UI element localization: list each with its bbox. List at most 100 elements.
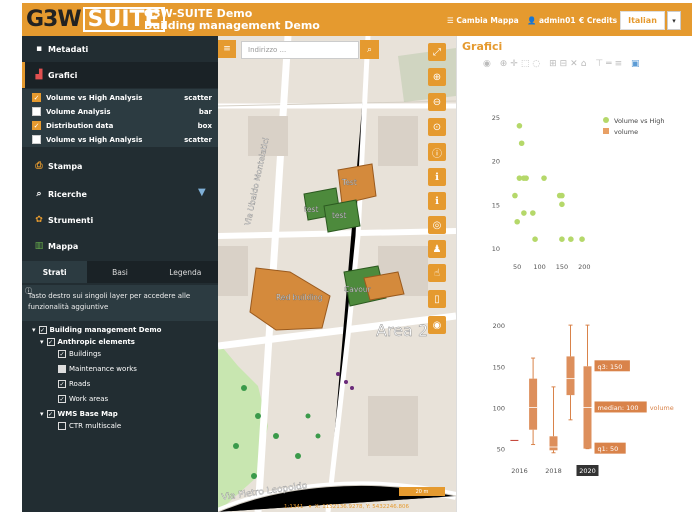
credits-link[interactable]: € Credits xyxy=(579,16,617,25)
scatter-y-tick: 25 xyxy=(492,114,500,122)
map-coordinates: 1:1341 ▾ X: 1152136.9278, Y: 5432246.806 xyxy=(284,504,409,510)
map-canvas[interactable]: Test test test Red building Cavour Area … xyxy=(218,36,456,512)
filter-icon[interactable]: ▼ xyxy=(198,187,206,198)
menu-icon[interactable]: ≡ xyxy=(218,40,236,58)
tab-basi[interactable]: Basi xyxy=(87,261,152,283)
scatter-point xyxy=(579,236,585,242)
address-search-input[interactable]: Indirizzo ... xyxy=(241,41,359,59)
tools-icon: ✿ xyxy=(35,215,43,225)
legend-entry: Volume vs High xyxy=(614,117,664,125)
scatter-point xyxy=(559,192,565,199)
box-y-tick: 100 xyxy=(493,404,505,412)
query-bbox-icon[interactable]: ℹ xyxy=(428,168,446,186)
scatter-y-tick: 15 xyxy=(492,201,500,209)
chart-list: ✓ Volume vs High Analysis scatter Volume A… xyxy=(22,89,218,147)
scatter-point xyxy=(532,236,538,242)
checkbox[interactable]: ✓ xyxy=(32,93,41,102)
chart-icon: ▟ xyxy=(35,70,43,80)
screenshot-icon[interactable]: ◉ xyxy=(428,316,446,334)
map-label: test xyxy=(332,211,346,220)
map-icon: ▥ xyxy=(34,241,44,251)
user-link[interactable]: 👤 admin01 xyxy=(527,16,576,25)
language-select[interactable]: Italian xyxy=(620,11,665,30)
checkbox[interactable]: ✓ xyxy=(38,326,47,334)
checkbox[interactable]: ✓ xyxy=(32,121,41,130)
map-label: Red building xyxy=(276,293,323,302)
tree-layer[interactable]: ✓ Roads xyxy=(58,380,90,388)
scatter-x-tick: 150 xyxy=(556,263,568,271)
geolocation-icon[interactable]: ◎ xyxy=(428,216,446,234)
map-label: Area 2 xyxy=(376,321,428,340)
search-button[interactable]: ⌕ xyxy=(360,40,379,59)
scatter-x-tick: 50 xyxy=(513,263,521,271)
scatter-x-tick: 100 xyxy=(533,263,545,271)
checkbox[interactable]: ✓ xyxy=(46,410,55,418)
query-polygon-icon[interactable]: ℹ xyxy=(428,192,446,210)
scatter-point xyxy=(514,218,520,225)
tree-layer[interactable]: Maintenance works xyxy=(58,365,137,373)
change-map-link[interactable]: ☰ Cambia Mappa xyxy=(447,16,519,25)
scatter-point xyxy=(512,192,518,199)
box-annotation: q3: 150 xyxy=(598,363,623,371)
layer-tabs: Strati Basi Legenda xyxy=(22,261,218,283)
sidebar-item-stampa[interactable]: ⎙ Stampa xyxy=(22,153,218,179)
legend-marker xyxy=(603,128,609,134)
checkbox[interactable]: ✓ xyxy=(58,395,66,403)
logo-g3w: G3W xyxy=(26,7,82,32)
checkbox[interactable]: ✓ xyxy=(46,338,55,346)
map-label: test xyxy=(304,205,318,214)
scatter-y-tick: 10 xyxy=(492,245,500,253)
tab-strati[interactable]: Strati xyxy=(22,261,88,283)
chevron-down-icon[interactable]: ▾ xyxy=(667,11,681,30)
chevron-down-icon: ▾ xyxy=(32,326,36,334)
sidebar-item-metadata[interactable]: ▪ Metadati xyxy=(22,36,218,62)
box-body xyxy=(529,378,538,430)
box-y-tick: 50 xyxy=(497,446,505,454)
list-item[interactable]: ✓ Volume vs High Analysis scatter xyxy=(22,91,218,104)
zoom-extent-icon[interactable]: ⊙ xyxy=(428,118,446,136)
list-item[interactable]: Volume Analysis bar xyxy=(22,105,218,118)
tree-group[interactable]: ▾ ✓ Anthropic elements xyxy=(40,338,135,346)
list-item[interactable]: Volume vs High Analysis scatter xyxy=(22,133,218,146)
checkbox[interactable] xyxy=(32,135,41,144)
list-item[interactable]: ✓ Distribution data box xyxy=(22,119,218,132)
zoom-in-icon[interactable]: ⊕ xyxy=(428,68,446,86)
print-icon: ⎙ xyxy=(35,161,43,171)
tree-layer[interactable]: CTR multiscale xyxy=(58,422,121,430)
box-annotation: q1: 50 xyxy=(598,445,619,453)
app-header: G3W SUITE G3W-SUITE Demo Building manage… xyxy=(22,3,692,36)
chevron-down-icon: ▾ xyxy=(40,338,44,346)
chevron-down-icon: ▾ xyxy=(40,410,44,418)
zoom-out-icon[interactable]: ⊖ xyxy=(428,93,446,111)
sidebar-item-grafici[interactable]: ▟ Grafici xyxy=(22,62,218,88)
tree-root[interactable]: ▾ ✓ Building management Demo xyxy=(32,326,161,334)
app-title-sub: Building management Demo xyxy=(144,19,320,32)
sidebar-item-strumenti[interactable]: ✿ Strumenti xyxy=(22,207,218,233)
checkbox[interactable] xyxy=(32,107,41,116)
tab-legenda[interactable]: Legenda xyxy=(153,261,218,283)
tree-layer[interactable]: ✓ Work areas xyxy=(58,395,108,403)
sidebar-item-mappa[interactable]: ▥ Mappa xyxy=(22,233,218,259)
scatter-point xyxy=(521,210,527,216)
streetview-icon[interactable]: ♟ xyxy=(428,240,446,258)
query-icon[interactable]: ⓘ xyxy=(428,143,446,161)
search-icon: ⌕ xyxy=(36,189,42,199)
fullscreen-icon[interactable]: ⤢ xyxy=(428,43,446,61)
box-body xyxy=(566,356,575,396)
checkbox[interactable]: ✓ xyxy=(58,350,66,358)
layout-icon[interactable]: ▯ xyxy=(428,290,446,308)
checkbox[interactable] xyxy=(58,422,66,430)
scatter-point xyxy=(516,123,523,129)
box-series-label: volume xyxy=(650,404,674,412)
table-icon[interactable] xyxy=(58,365,66,373)
scatter-x-tick: 200 xyxy=(578,263,590,271)
measure-icon[interactable]: ☝ xyxy=(428,264,446,282)
file-icon: ▪ xyxy=(35,44,43,54)
tree-layer[interactable]: ✓ Buildings xyxy=(58,350,101,358)
scatter-y-tick: 20 xyxy=(492,158,500,166)
scatter-point xyxy=(518,140,525,147)
tree-group[interactable]: ▾ ✓ WMS Base Map xyxy=(40,410,118,418)
scale-bar: 20 m xyxy=(399,487,445,496)
checkbox[interactable]: ✓ xyxy=(58,380,66,388)
sidebar-item-ricerche[interactable]: ⌕ Ricerche xyxy=(22,181,218,207)
